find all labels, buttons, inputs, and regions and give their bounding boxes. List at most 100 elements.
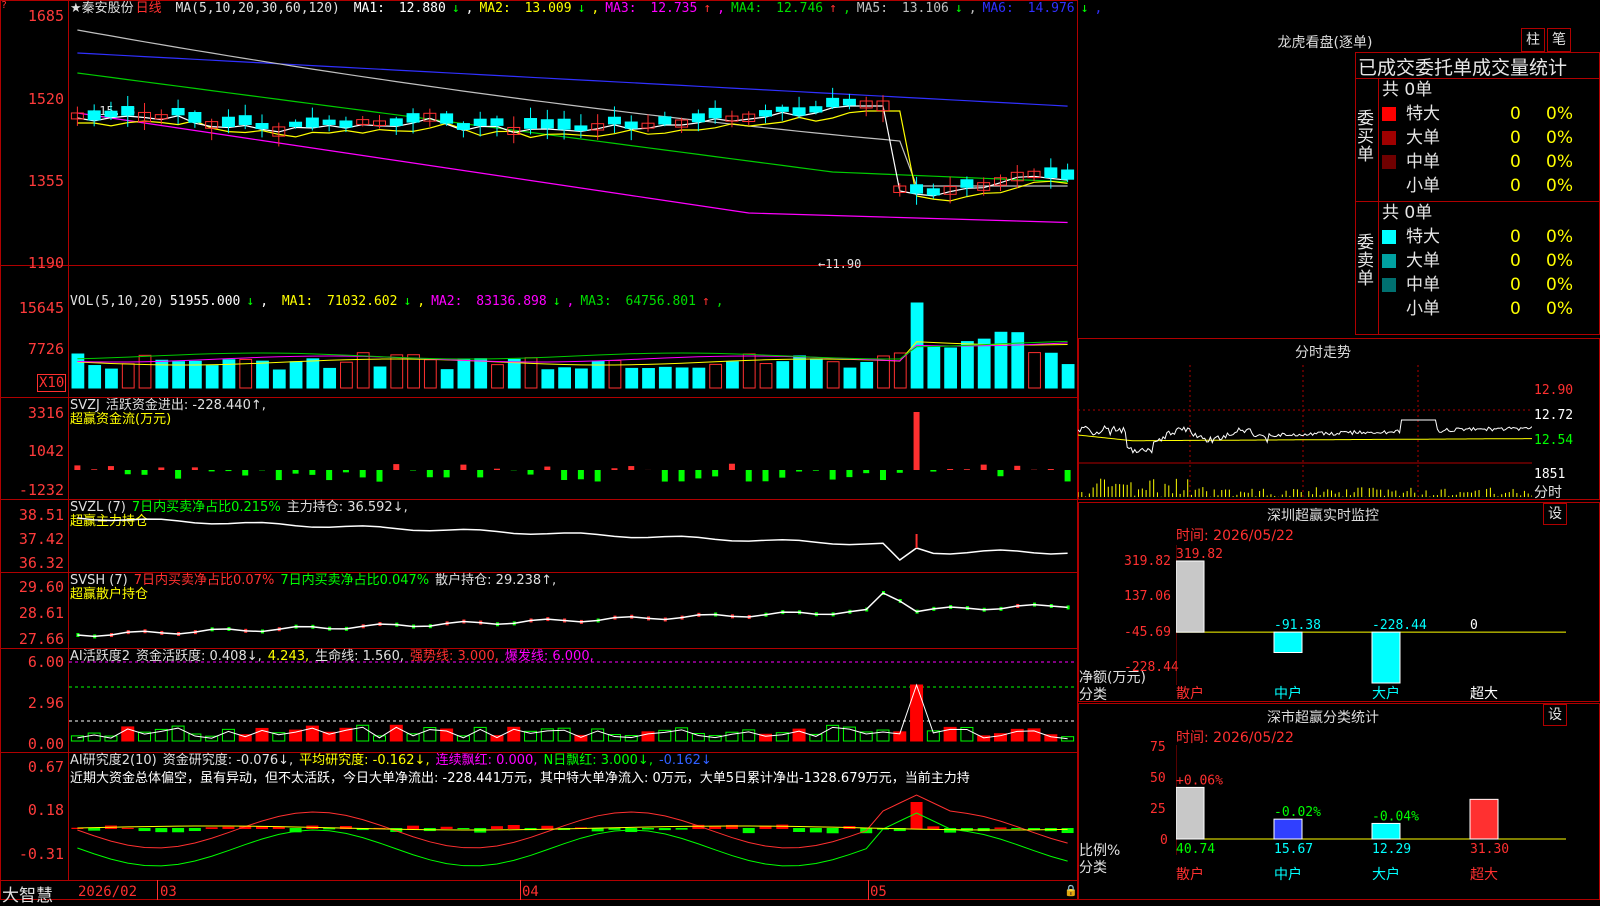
divider (1378, 78, 1379, 335)
classify-settings-button[interactable]: 设 (1543, 704, 1567, 726)
vol-bar (576, 369, 588, 388)
bar-label: -91.38 (1274, 618, 1321, 633)
candle (407, 114, 419, 122)
vol-bar (777, 362, 789, 388)
volume-chart[interactable] (69, 300, 1076, 396)
color-swatch (1382, 155, 1396, 169)
vol-bar (257, 361, 269, 388)
flow-bar (662, 470, 668, 482)
sell-orders-label: 委卖单 (1357, 234, 1375, 288)
tick-mode-button[interactable]: 笔 (1547, 28, 1571, 52)
research-bar (155, 828, 167, 832)
ai2-t1: 资金研究度: -0.076↓, (163, 753, 293, 768)
vol-bar (1029, 353, 1041, 388)
candle (474, 119, 486, 125)
order-size-label: 小单 (1406, 174, 1440, 198)
activity-bar (189, 734, 201, 741)
monitor-settings-button[interactable]: 设 (1543, 503, 1567, 525)
candle (1045, 168, 1057, 178)
vol-bar (743, 354, 755, 388)
flow-bar (830, 470, 836, 480)
vol-bar (659, 367, 671, 388)
monitor-bar-chart[interactable]: 319.82-91.38-228.440 (1176, 545, 1576, 685)
candle (625, 122, 637, 128)
flow-bar (947, 469, 953, 470)
ratio-value: 31.30 (1470, 842, 1509, 855)
research-bar (743, 828, 755, 833)
period-label[interactable]: 日线 (136, 1, 162, 16)
retail-holding-chart[interactable] (69, 573, 1076, 647)
research-bar (659, 828, 671, 830)
vol-bar (458, 359, 470, 388)
activity-bar (1062, 737, 1074, 741)
flow-bar (343, 470, 349, 472)
ai2-t4: N日飘红: 3.000↓, (543, 753, 652, 768)
vol-bar (794, 356, 806, 388)
candle (927, 189, 939, 195)
holding-line (77, 518, 1067, 560)
flow-bar (460, 465, 466, 470)
vol-unit: X10 (37, 374, 66, 392)
price-tick: 12.54 (1534, 433, 1573, 448)
color-swatch (1382, 107, 1396, 121)
flow-bar (611, 468, 617, 470)
vol-bar (391, 355, 403, 388)
fund-flow-chart[interactable] (69, 398, 1076, 498)
flow-bar (74, 465, 80, 470)
divider (0, 265, 1078, 266)
intraday-label: 分时 (1534, 482, 1562, 502)
vol-bar (341, 362, 353, 388)
vol-bar (441, 370, 453, 388)
activity-bar (692, 733, 704, 741)
ma-title: MA(5,10,20,30,60,120) (176, 1, 340, 16)
y-tick: 1520 (0, 91, 64, 107)
flow-bar (796, 470, 802, 472)
candle (323, 120, 335, 124)
vol-bar (760, 364, 772, 388)
vol-bar (945, 348, 957, 388)
vol-bar (995, 332, 1007, 388)
y-tick: 75 (1150, 740, 1166, 755)
flow-bar (930, 470, 936, 472)
candle (256, 124, 268, 129)
research-bar (642, 828, 654, 829)
y-tick: 7726 (0, 341, 64, 357)
activity-bar (71, 736, 83, 741)
candle (827, 98, 839, 106)
y-tick: 29.60 (0, 579, 64, 595)
flow-bar (813, 470, 819, 471)
candlestick-chart[interactable] (69, 18, 1076, 265)
ai2-t3: 连续飘红: 0.000, (436, 753, 538, 768)
research-chart[interactable] (69, 790, 1076, 880)
activity-chart[interactable] (69, 649, 1076, 751)
order-count: 0 (1510, 273, 1521, 297)
vol-bar (508, 359, 520, 388)
research-bar (441, 827, 453, 829)
ma-line (77, 53, 1067, 106)
flow-bar (561, 470, 567, 480)
research-bar (827, 828, 839, 833)
flow-bar (393, 464, 399, 470)
date-tick (520, 880, 521, 900)
candle (793, 108, 805, 115)
candle (290, 122, 302, 126)
activity-bar (911, 685, 923, 741)
intraday-chart[interactable] (1078, 365, 1532, 499)
y-tick: 1190 (0, 255, 64, 271)
flow-bar (897, 470, 903, 473)
brand-label[interactable]: 大智慧 (2, 881, 53, 906)
vol-bar (827, 362, 839, 388)
vol-bar (727, 362, 739, 388)
main-holding-chart[interactable] (69, 500, 1076, 571)
candle (659, 117, 671, 124)
date-tick (157, 880, 158, 900)
ma-line (77, 30, 1067, 186)
bar-mode-button[interactable]: 柱 (1521, 28, 1545, 52)
classify-bar-chart[interactable]: +0.06%40.74-0.02%15.67-0.04%12.2931.30 (1176, 745, 1576, 855)
ratio-bar (1470, 799, 1498, 839)
research-bar (927, 826, 939, 829)
sell-total: 共 0单 (1382, 201, 1432, 225)
monitor-title: 深圳超赢实时监控 (1078, 505, 1568, 525)
stock-name[interactable]: ★秦安股份 (70, 1, 134, 16)
lock-icon[interactable]: 🔒 (1064, 884, 1078, 897)
